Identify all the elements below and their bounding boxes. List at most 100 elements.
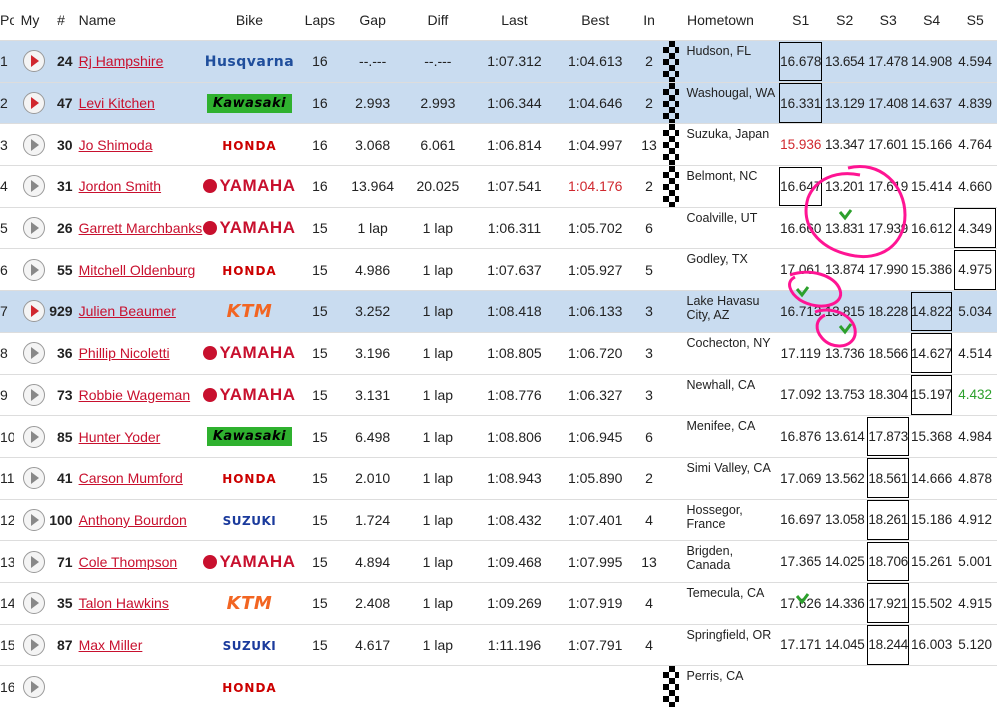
play-video-icon[interactable] [23, 217, 45, 239]
rider-name-cell[interactable]: Phillip Nicoletti [77, 332, 203, 374]
col-laps[interactable]: Laps [296, 0, 344, 41]
my-cell[interactable] [14, 166, 45, 208]
my-cell[interactable] [14, 582, 45, 624]
play-video-icon[interactable] [23, 50, 45, 72]
col-s1[interactable]: S1 [778, 0, 823, 41]
rider-name-cell[interactable]: Levi Kitchen [77, 82, 203, 124]
table-row[interactable]: 1371Cole ThompsonYAMAHA154.8941 lap1:09.… [0, 541, 997, 583]
table-row[interactable]: 124Rj HampshireHusqvarna16--.-----.---1:… [0, 41, 997, 83]
hometown-text: Brigden, Canada [687, 544, 779, 572]
col-best[interactable]: Best [555, 0, 636, 41]
table-row[interactable]: 1085Hunter YoderKawasaki156.4981 lap1:08… [0, 416, 997, 458]
rider-name-link[interactable]: Talon Hawkins [77, 595, 203, 611]
play-video-icon[interactable] [23, 259, 45, 281]
rider-name-cell[interactable]: Talon Hawkins [77, 582, 203, 624]
rider-name-cell[interactable]: Jo Shimoda [77, 124, 203, 166]
rider-name-link[interactable]: Cole Thompson [77, 554, 203, 570]
play-video-icon[interactable] [23, 676, 45, 698]
my-cell[interactable] [14, 291, 45, 333]
rider-name-link[interactable]: Phillip Nicoletti [77, 345, 203, 361]
rider-name-link[interactable]: Carson Mumford [77, 470, 203, 486]
my-cell[interactable] [14, 499, 45, 541]
table-row[interactable]: 7929Julien BeaumerKTM153.2521 lap1:08.41… [0, 291, 997, 333]
my-cell[interactable] [14, 41, 45, 83]
table-row[interactable]: 16HONDAPerris, CA [0, 666, 997, 707]
play-video-icon[interactable] [23, 92, 45, 114]
play-video-icon[interactable] [23, 467, 45, 489]
table-row[interactable]: 431Jordon SmithYAMAHA1613.96420.0251:07.… [0, 166, 997, 208]
col-in[interactable]: In [636, 0, 663, 41]
my-cell[interactable] [14, 249, 45, 291]
table-row[interactable]: 1587Max MillerSUZUKI154.6171 lap1:11.196… [0, 624, 997, 666]
my-cell[interactable] [14, 416, 45, 458]
best-lap-cell: 1:05.702 [555, 207, 636, 249]
my-cell[interactable] [14, 624, 45, 666]
table-row[interactable]: 330Jo ShimodaHONDA163.0686.0611:06.8141:… [0, 124, 997, 166]
rider-name-link[interactable]: Julien Beaumer [77, 303, 203, 319]
rider-name-link[interactable]: Jordon Smith [77, 178, 203, 194]
my-cell[interactable] [14, 457, 45, 499]
table-row[interactable]: 526Garrett MarchbanksYAMAHA151 lap1 lap1… [0, 207, 997, 249]
rider-name-cell[interactable]: Hunter Yoder [77, 416, 203, 458]
my-cell[interactable] [14, 374, 45, 416]
rider-name-cell[interactable]: Carson Mumford [77, 457, 203, 499]
col-s3[interactable]: S3 [866, 0, 909, 41]
rider-name-link[interactable]: Max Miller [77, 637, 203, 653]
s4-cell: 15.166 [910, 124, 953, 166]
play-video-icon[interactable] [23, 175, 45, 197]
table-row[interactable]: 247Levi KitchenKawasaki162.9932.9931:06.… [0, 82, 997, 124]
table-row[interactable]: 973Robbie WagemanYAMAHA153.1311 lap1:08.… [0, 374, 997, 416]
rider-name-cell[interactable]: Rj Hampshire [77, 41, 203, 83]
my-cell[interactable] [14, 666, 45, 707]
rider-name-cell[interactable]: Robbie Wageman [77, 374, 203, 416]
rider-name-cell[interactable]: Mitchell Oldenburg [77, 249, 203, 291]
rider-name-link[interactable]: Rj Hampshire [77, 53, 203, 69]
play-video-icon[interactable] [23, 592, 45, 614]
my-cell[interactable] [14, 541, 45, 583]
col-name[interactable]: Name [77, 0, 203, 41]
col-number[interactable]: # [46, 0, 77, 41]
col-s4[interactable]: S4 [910, 0, 953, 41]
table-row[interactable]: 1141Carson MumfordHONDA152.0101 lap1:08.… [0, 457, 997, 499]
rider-name-cell[interactable]: Cole Thompson [77, 541, 203, 583]
play-video-icon[interactable] [23, 509, 45, 531]
my-cell[interactable] [14, 82, 45, 124]
table-row[interactable]: 655Mitchell OldenburgHONDA154.9861 lap1:… [0, 249, 997, 291]
my-cell[interactable] [14, 124, 45, 166]
rider-name-link[interactable]: Levi Kitchen [77, 95, 203, 111]
rider-name-cell[interactable] [77, 666, 203, 707]
col-s2[interactable]: S2 [823, 0, 866, 41]
play-video-icon[interactable] [23, 551, 45, 573]
rider-name-cell[interactable]: Garrett Marchbanks [77, 207, 203, 249]
col-gap[interactable]: Gap [344, 0, 402, 41]
col-bike[interactable]: Bike [203, 0, 296, 41]
play-video-icon[interactable] [23, 634, 45, 656]
best-lap-cell: 1:06.133 [555, 291, 636, 333]
rider-name-link[interactable]: Mitchell Oldenburg [77, 262, 203, 278]
table-row[interactable]: 1435Talon HawkinsKTM152.4081 lap1:09.269… [0, 582, 997, 624]
rider-name-cell[interactable]: Julien Beaumer [77, 291, 203, 333]
col-pos[interactable]: Pos [0, 0, 14, 41]
rider-name-link[interactable]: Hunter Yoder [77, 429, 203, 445]
rider-name-link[interactable]: Garrett Marchbanks [77, 220, 203, 236]
rider-name-cell[interactable]: Jordon Smith [77, 166, 203, 208]
play-video-icon[interactable] [23, 384, 45, 406]
my-cell[interactable] [14, 332, 45, 374]
my-cell[interactable] [14, 207, 45, 249]
col-hometown[interactable]: Hometown [663, 0, 779, 41]
play-video-icon[interactable] [23, 426, 45, 448]
rider-name-link[interactable]: Robbie Wageman [77, 387, 203, 403]
table-row[interactable]: 836Phillip NicolettiYAMAHA153.1961 lap1:… [0, 332, 997, 374]
col-s5[interactable]: S5 [953, 0, 997, 41]
rider-name-link[interactable]: Anthony Bourdon [77, 512, 203, 528]
table-row[interactable]: 12100Anthony BourdonSUZUKI151.7241 lap1:… [0, 499, 997, 541]
play-video-icon[interactable] [23, 134, 45, 156]
col-diff[interactable]: Diff [402, 0, 474, 41]
rider-name-cell[interactable]: Anthony Bourdon [77, 499, 203, 541]
col-last[interactable]: Last [474, 0, 555, 41]
rider-name-link[interactable]: Jo Shimoda [77, 137, 203, 153]
play-video-icon[interactable] [23, 300, 45, 322]
play-video-icon[interactable] [23, 342, 45, 364]
rider-name-cell[interactable]: Max Miller [77, 624, 203, 666]
col-my[interactable]: My [14, 0, 45, 41]
